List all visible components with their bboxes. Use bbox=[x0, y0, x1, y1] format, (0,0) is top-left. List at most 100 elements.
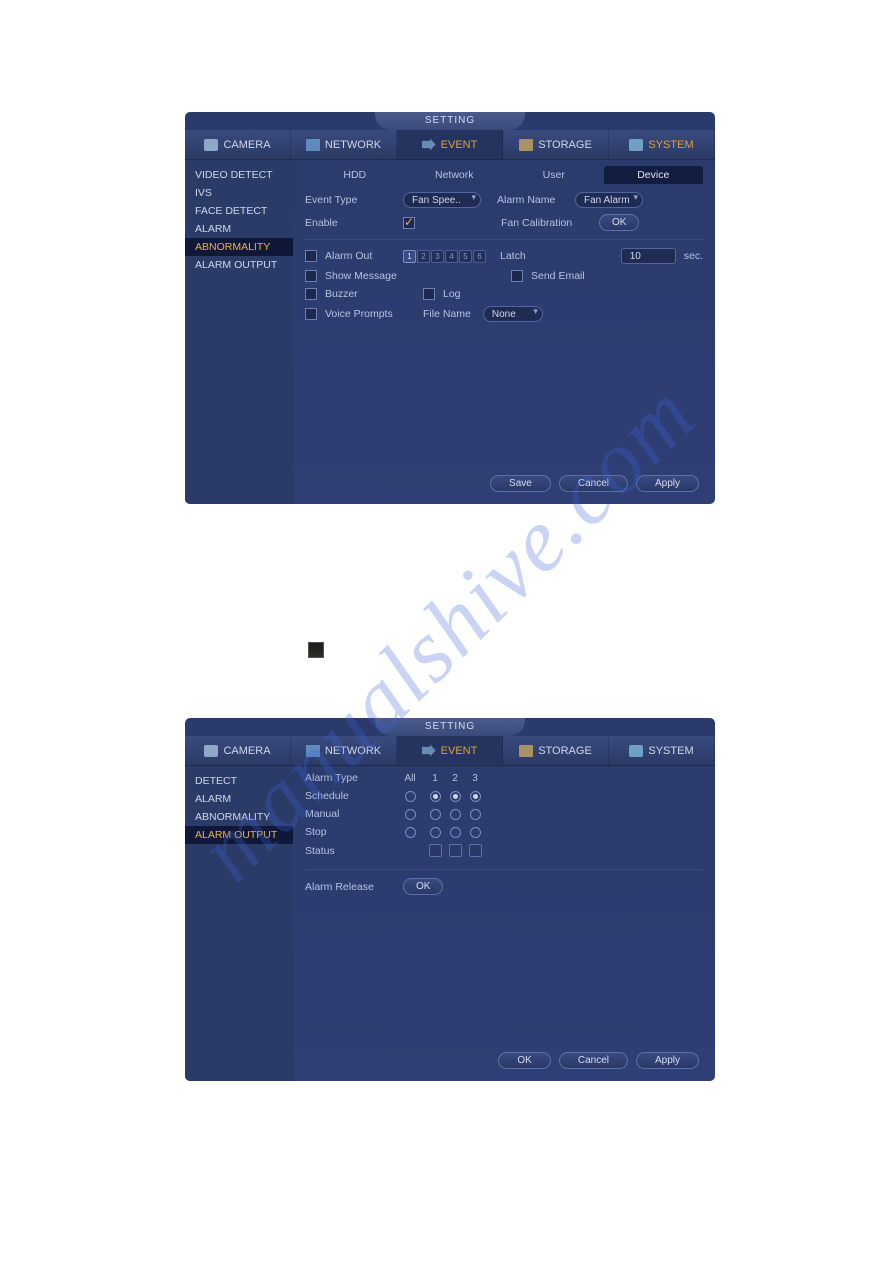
cancel-button[interactable]: Cancel bbox=[559, 1052, 628, 1069]
menu-label: NETWORK bbox=[325, 139, 381, 151]
col-1: 1 bbox=[425, 773, 445, 784]
buzzer-checkbox[interactable] bbox=[305, 288, 317, 300]
schedule-2-radio[interactable] bbox=[450, 791, 461, 802]
apply-button[interactable]: Apply bbox=[636, 1052, 699, 1069]
latch-input[interactable]: 10 bbox=[621, 248, 676, 264]
file-name-dropdown[interactable]: None bbox=[483, 306, 543, 322]
manual-1-radio[interactable] bbox=[430, 809, 441, 820]
ok-button[interactable]: OK bbox=[498, 1052, 550, 1069]
sidebar-item-alarm[interactable]: ALARM bbox=[185, 220, 293, 238]
alarm-name-label: Alarm Name bbox=[497, 194, 567, 206]
sidebar-item-alarm[interactable]: ALARM bbox=[185, 790, 293, 808]
sidebar-item-alarm-output[interactable]: ALARM OUTPUT bbox=[185, 256, 293, 274]
menu-network[interactable]: NETWORK bbox=[291, 130, 397, 159]
menu-label: SYSTEM bbox=[648, 139, 693, 151]
menu-system[interactable]: SYSTEM bbox=[609, 130, 715, 159]
log-checkbox[interactable] bbox=[423, 288, 435, 300]
save-button[interactable]: Save bbox=[490, 475, 551, 492]
sidebar-item-face-detect[interactable]: FACE DETECT bbox=[185, 202, 293, 220]
sidebar-item-video-detect[interactable]: VIDEO DETECT bbox=[185, 166, 293, 184]
menu-event[interactable]: EVENT bbox=[397, 736, 503, 765]
menu-camera[interactable]: CAMERA bbox=[185, 736, 291, 765]
send-email-checkbox[interactable] bbox=[511, 270, 523, 282]
sidebar-item-abnormality[interactable]: ABNORMALITY bbox=[185, 238, 293, 256]
alarm-release-label: Alarm Release bbox=[305, 881, 395, 893]
event-icon bbox=[422, 139, 436, 151]
menu-label: STORAGE bbox=[538, 139, 592, 151]
network-icon bbox=[306, 139, 320, 151]
subtab-device[interactable]: Device bbox=[604, 166, 704, 184]
system-icon bbox=[629, 745, 643, 757]
show-message-label: Show Message bbox=[325, 270, 415, 282]
chan-5[interactable]: 5 bbox=[459, 250, 472, 263]
content-area: HDD Network User Device Event Type Fan S… bbox=[293, 160, 715, 504]
menu-system[interactable]: SYSTEM bbox=[609, 736, 715, 765]
sidebar-item-ivs[interactable]: IVS bbox=[185, 184, 293, 202]
sidebar-item-alarm-output[interactable]: ALARM OUTPUT bbox=[185, 826, 293, 844]
manual-2-radio[interactable] bbox=[450, 809, 461, 820]
stop-2-radio[interactable] bbox=[450, 827, 461, 838]
voice-prompts-label: Voice Prompts bbox=[325, 308, 415, 320]
log-label: Log bbox=[443, 288, 461, 300]
enable-label: Enable bbox=[305, 217, 395, 229]
main-menubar: CAMERA NETWORK EVENT STORAGE SYSTEM bbox=[185, 736, 715, 766]
latch-unit: sec. bbox=[684, 250, 703, 262]
alarm-out-label: Alarm Out bbox=[325, 250, 395, 262]
fan-calibration-button[interactable]: OK bbox=[599, 214, 639, 231]
cancel-button[interactable]: Cancel bbox=[559, 475, 628, 492]
schedule-1-radio[interactable] bbox=[430, 791, 441, 802]
alarm-out-checkbox[interactable] bbox=[305, 250, 317, 262]
sidebar-item-abnormality[interactable]: ABNORMALITY bbox=[185, 808, 293, 826]
menu-storage[interactable]: STORAGE bbox=[503, 130, 609, 159]
menu-label: SYSTEM bbox=[648, 745, 693, 757]
manual-all-radio[interactable] bbox=[405, 809, 416, 820]
chan-1[interactable]: 1 bbox=[403, 250, 416, 263]
menu-storage[interactable]: STORAGE bbox=[503, 736, 609, 765]
network-icon bbox=[306, 745, 320, 757]
sidebar-item-detect[interactable]: DETECT bbox=[185, 772, 293, 790]
subtab-user[interactable]: User bbox=[504, 166, 604, 184]
chan-4[interactable]: 4 bbox=[445, 250, 458, 263]
menu-camera[interactable]: CAMERA bbox=[185, 130, 291, 159]
buzzer-label: Buzzer bbox=[325, 288, 415, 300]
alarm-release-button[interactable]: OK bbox=[403, 878, 443, 895]
show-message-checkbox[interactable] bbox=[305, 270, 317, 282]
event-type-dropdown[interactable]: Fan Spee.. bbox=[403, 192, 481, 208]
menu-network[interactable]: NETWORK bbox=[291, 736, 397, 765]
menu-label: NETWORK bbox=[325, 745, 381, 757]
menu-label: CAMERA bbox=[223, 745, 270, 757]
camera-icon bbox=[204, 139, 218, 151]
latch-label: Latch bbox=[500, 250, 526, 262]
storage-icon bbox=[519, 139, 533, 151]
manual-3-radio[interactable] bbox=[470, 809, 481, 820]
settings-window-alarm-output: SETTING CAMERA NETWORK EVENT STORAGE SYS… bbox=[185, 718, 715, 1081]
stop-label: Stop bbox=[305, 826, 395, 838]
status-2-box bbox=[449, 844, 462, 857]
camera-icon bbox=[204, 745, 218, 757]
alarm-output-grid: Alarm Type All 1 2 3 Schedule Manual St bbox=[305, 772, 703, 857]
window-title: SETTING bbox=[375, 718, 525, 736]
chan-6[interactable]: 6 bbox=[473, 250, 486, 263]
apply-button[interactable]: Apply bbox=[636, 475, 699, 492]
stop-3-radio[interactable] bbox=[470, 827, 481, 838]
chan-2[interactable]: 2 bbox=[417, 250, 430, 263]
schedule-3-radio[interactable] bbox=[470, 791, 481, 802]
menu-event[interactable]: EVENT bbox=[397, 130, 503, 159]
settings-window-abnormality: SETTING CAMERA NETWORK EVENT STORAGE SYS… bbox=[185, 112, 715, 504]
chan-3[interactable]: 3 bbox=[431, 250, 444, 263]
voice-prompts-checkbox[interactable] bbox=[305, 308, 317, 320]
divider bbox=[305, 869, 703, 870]
subtab-network[interactable]: Network bbox=[405, 166, 505, 184]
stop-1-radio[interactable] bbox=[430, 827, 441, 838]
enable-checkbox[interactable] bbox=[403, 217, 415, 229]
send-email-label: Send Email bbox=[531, 270, 585, 282]
subtab-hdd[interactable]: HDD bbox=[305, 166, 405, 184]
schedule-all-radio[interactable] bbox=[405, 791, 416, 802]
alarm-out-channels[interactable]: 1 2 3 4 5 6 bbox=[403, 250, 486, 263]
sidebar: VIDEO DETECT IVS FACE DETECT ALARM ABNOR… bbox=[185, 160, 293, 504]
manual-label: Manual bbox=[305, 808, 395, 820]
alarm-name-field[interactable]: Fan Alarm bbox=[575, 192, 643, 208]
event-type-label: Event Type bbox=[305, 194, 395, 206]
storage-icon bbox=[519, 745, 533, 757]
stop-all-radio[interactable] bbox=[405, 827, 416, 838]
